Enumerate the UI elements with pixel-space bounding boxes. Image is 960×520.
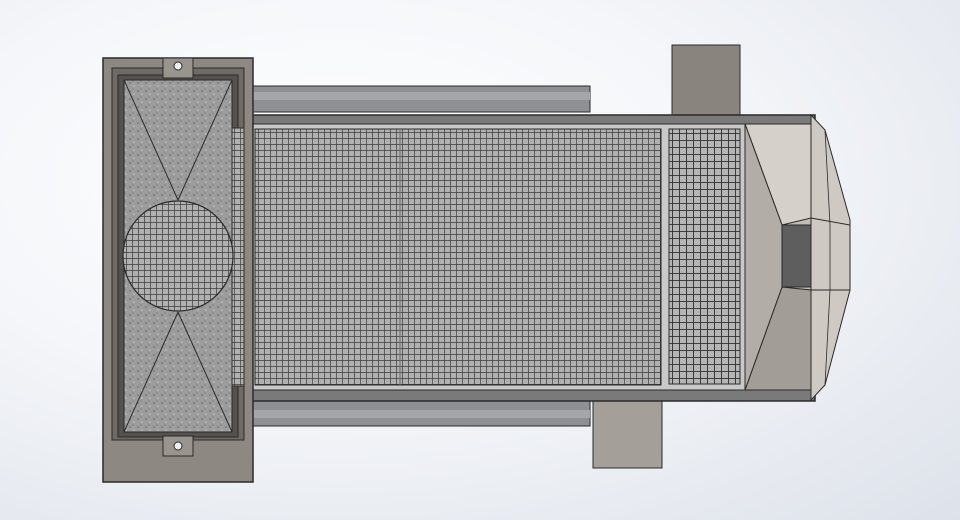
filter-frame [102, 57, 254, 483]
top-mount-lug [162, 57, 194, 79]
outlet-hopper [744, 113, 851, 402]
bottom-mount-tab [592, 397, 663, 469]
cad-model-view [102, 44, 851, 483]
secondary-mesh-panel [668, 128, 741, 385]
top-mount-tab [671, 44, 741, 118]
bottom-mount-lug [162, 435, 194, 457]
top-rail [244, 85, 591, 113]
main-mesh-panel [254, 128, 662, 386]
outlet-opening [781, 224, 812, 288]
bottom-rail [244, 399, 591, 427]
